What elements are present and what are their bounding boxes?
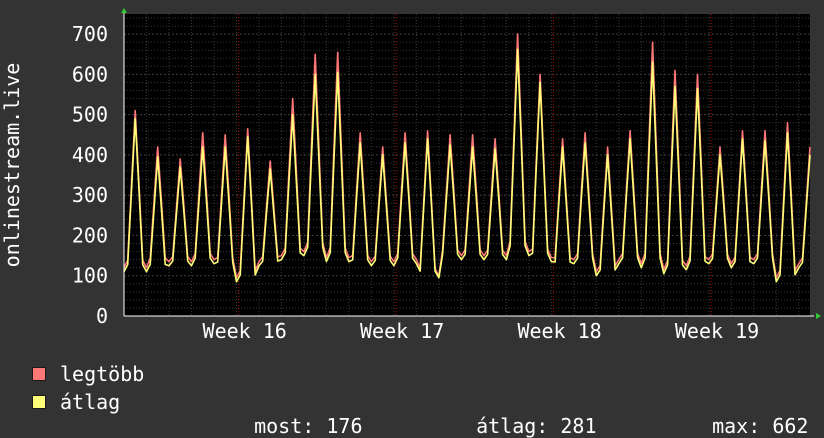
stat-avg: átlag: 281 <box>452 390 597 438</box>
stat-now-value: 176 <box>326 414 363 438</box>
y-tick-label: 700 <box>72 22 108 46</box>
y-tick-label: 200 <box>72 223 108 247</box>
x-tick-label: Week 16 <box>203 319 287 343</box>
y-tick-label: 300 <box>72 183 108 207</box>
y-tick-label: 400 <box>72 143 108 167</box>
x-tick-label: Week 17 <box>360 319 444 343</box>
x-tick-label: Week 18 <box>517 319 601 343</box>
x-tick-label: Week 19 <box>675 319 759 343</box>
legend-label-avg: átlag <box>60 390 121 414</box>
legend-item-avg: átlag <box>32 390 120 414</box>
stat-avg-label: átlag: <box>476 414 549 438</box>
y-axis-label: onlinestream.live <box>0 63 24 268</box>
y-tick-label: 0 <box>96 304 108 328</box>
legend-label-max: legtöbb <box>60 362 145 386</box>
y-tick-label: 600 <box>72 62 108 86</box>
legend-item-max: legtöbb <box>32 362 144 386</box>
legend-swatch-max <box>32 367 46 381</box>
y-tick-label: 500 <box>72 103 108 127</box>
stat-max: max: 662 <box>688 390 808 438</box>
stat-now: most: 176 <box>230 390 362 438</box>
stat-now-label: most: <box>254 414 315 438</box>
stat-avg-value: 281 <box>560 414 597 438</box>
y-tick-label: 100 <box>72 264 108 288</box>
y-axis-arrow-icon <box>121 8 127 13</box>
stat-max-label: max: <box>712 414 761 438</box>
x-axis-arrow-icon <box>816 313 821 319</box>
stat-max-value: 662 <box>772 414 809 438</box>
legend-swatch-avg <box>32 395 46 409</box>
